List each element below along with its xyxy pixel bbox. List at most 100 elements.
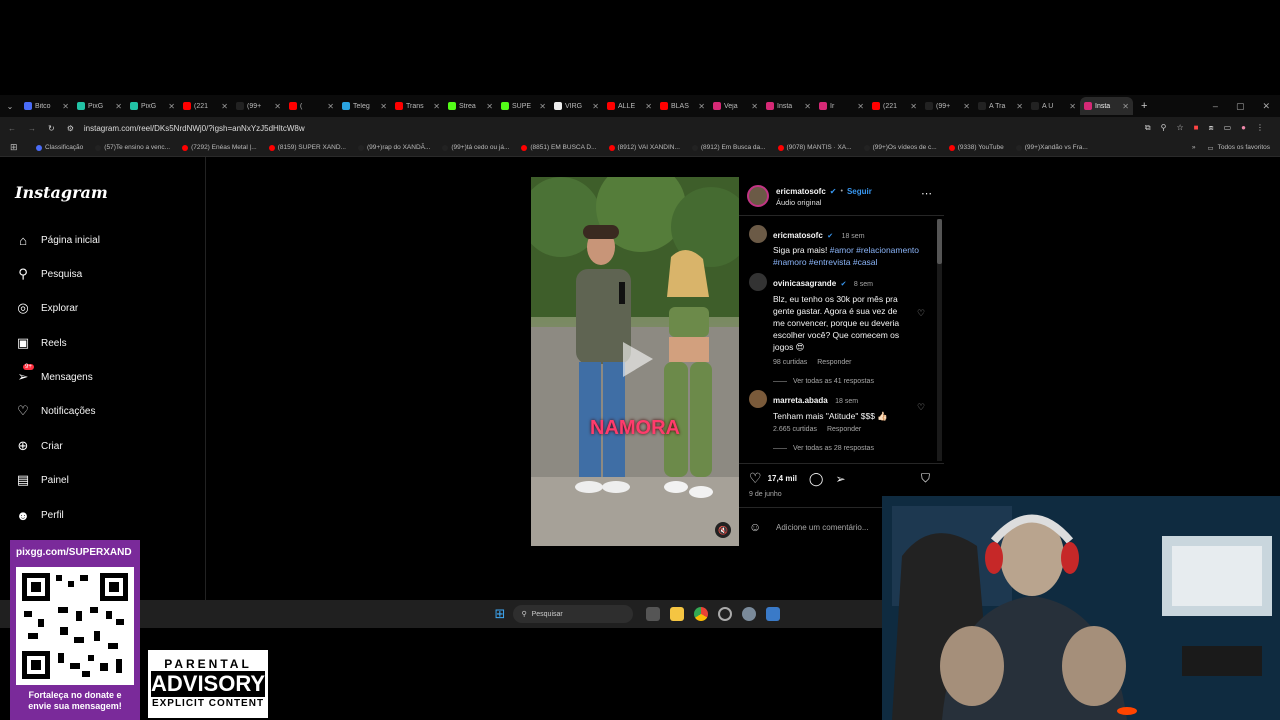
browser-tab[interactable]: Strea ✕ <box>444 97 497 115</box>
caption-username[interactable]: ericmatosofc <box>773 231 823 240</box>
tab-close-icon[interactable]: ✕ <box>645 102 652 111</box>
tab-close-icon[interactable]: ✕ <box>62 102 69 111</box>
file-explorer-icon[interactable] <box>670 607 685 621</box>
apps-icon[interactable]: ⊞ <box>10 142 18 153</box>
sidebar-item-search[interactable]: ⚲ Pesquisa <box>15 266 82 282</box>
view-replies-button[interactable]: Ver todas as 28 respostas <box>793 445 874 452</box>
save-icon[interactable]: ⛉ <box>921 471 930 486</box>
tab-close-icon[interactable]: ✕ <box>751 102 758 111</box>
all-bookmarks[interactable]: ▭ Todos os favoritos <box>1207 144 1280 152</box>
reel-video[interactable]: NAMORA 🔇 <box>531 177 739 546</box>
back-icon[interactable]: ← <box>8 124 16 133</box>
site-info-icon[interactable]: ⚙ <box>67 124 74 133</box>
author-avatar[interactable] <box>747 185 769 207</box>
profile-avatar-icon[interactable]: ● <box>1241 123 1246 133</box>
mute-icon[interactable]: 🔇 <box>715 522 731 538</box>
browser-tab[interactable]: Teleg ✕ <box>338 97 391 115</box>
sidebar-item-dashboard[interactable]: ▤ Painel <box>15 472 69 488</box>
app-icon[interactable] <box>766 607 781 621</box>
comment-icon[interactable]: ◯ <box>809 471 824 487</box>
view-replies-button[interactable]: Ver todas as 41 respostas <box>793 378 874 385</box>
browser-tab[interactable]: (✕ <box>285 97 338 115</box>
comment-avatar[interactable] <box>749 390 767 408</box>
tab-close-icon[interactable]: ✕ <box>804 102 811 111</box>
tab-list-icon[interactable]: ⌄ <box>0 102 20 111</box>
bookmark-item[interactable]: (8159) SUPER XAND... <box>268 144 346 151</box>
sidebar-icon[interactable]: ▭ <box>1224 123 1232 133</box>
browser-tab[interactable]: (99+ ✕ <box>232 97 285 115</box>
browser-tab[interactable]: (221 ✕ <box>179 97 232 115</box>
minimize-icon[interactable]: – <box>1213 101 1218 112</box>
bookmark-item[interactable]: (8912) Em Busca da... <box>691 144 766 151</box>
bookmark-item[interactable]: (99+)Xandão vs Fra... <box>1015 144 1088 151</box>
tab-close-icon[interactable]: ✕ <box>963 102 970 111</box>
reload-icon[interactable]: ↻ <box>48 124 55 133</box>
browser-tab[interactable]: BLAS ✕ <box>656 97 709 115</box>
tab-close-icon[interactable]: ✕ <box>698 102 705 111</box>
menu-icon[interactable]: ⋮ <box>1256 123 1264 133</box>
url-field[interactable]: instagram.com/reel/DKs5NrdNWj0/?igsh=anN… <box>84 124 305 133</box>
author-username[interactable]: ericmatosofc <box>776 187 826 196</box>
windows-start-icon[interactable]: ⊞ <box>495 606 506 622</box>
tab-close-icon[interactable]: ✕ <box>1016 102 1023 111</box>
comment-like-icon[interactable]: ♡ <box>917 402 925 413</box>
comment-username[interactable]: ovinicasagrande <box>773 279 836 288</box>
sidebar-item-heart[interactable]: ♡ Notificações <box>15 403 95 419</box>
bookmark-item[interactable]: Classificação <box>36 144 83 151</box>
tab-close-icon[interactable]: ✕ <box>910 102 917 111</box>
sidebar-item-compass[interactable]: ◎ Explorar <box>15 300 78 316</box>
tab-close-icon[interactable]: ✕ <box>274 102 281 111</box>
reply-button[interactable]: Responder <box>827 426 861 433</box>
browser-tab[interactable]: VIRG ✕ <box>550 97 603 115</box>
taskbar-search[interactable]: ⚲ Pesquisar <box>513 605 634 623</box>
sidebar-item-home[interactable]: ⌂ Página inicial <box>15 232 100 248</box>
browser-tab[interactable]: Trans ✕ <box>391 97 444 115</box>
tab-close-icon[interactable]: ✕ <box>1122 102 1129 111</box>
browser-tab[interactable]: SUPE ✕ <box>497 97 550 115</box>
bookmark-item[interactable]: (8851) EM BUSCA D... <box>521 144 597 151</box>
browser-tab[interactable]: A Tra ✕ <box>974 97 1027 115</box>
sidebar-item-messages[interactable]: ➢ 9+ Mensagens <box>15 364 93 385</box>
star-icon[interactable]: ☆ <box>1176 123 1183 133</box>
comment-input[interactable]: Adicione um comentário... <box>776 523 869 532</box>
tab-close-icon[interactable]: ✕ <box>857 102 864 111</box>
tab-close-icon[interactable]: ✕ <box>486 102 493 111</box>
tab-close-icon[interactable]: ✕ <box>168 102 175 111</box>
comment-avatar[interactable] <box>749 273 767 291</box>
app-icon[interactable] <box>718 607 733 621</box>
browser-tab[interactable]: Insta ✕ <box>762 97 815 115</box>
zoom-icon[interactable]: ⚲ <box>1161 123 1167 133</box>
bookmark-item[interactable]: (9078) MANTIS · XA... <box>777 144 852 151</box>
tab-close-icon[interactable]: ✕ <box>327 102 334 111</box>
tab-close-icon[interactable]: ✕ <box>433 102 440 111</box>
tab-close-icon[interactable]: ✕ <box>539 102 546 111</box>
comment-likes[interactable]: 2.665 curtidas <box>773 426 817 433</box>
browser-tab[interactable]: Ir ✕ <box>815 97 868 115</box>
browser-tab[interactable]: Insta ✕ <box>1080 97 1133 115</box>
task-view-icon[interactable] <box>646 607 661 621</box>
bookmark-item[interactable]: (9338) YouTube <box>948 144 1004 151</box>
browser-tab[interactable]: PixG ✕ <box>73 97 126 115</box>
bookmark-item[interactable]: (99+)tá cedo ou já... <box>442 144 509 151</box>
browser-tab[interactable]: (99+ ✕ <box>921 97 974 115</box>
more-options-icon[interactable]: ⋯ <box>921 187 932 200</box>
close-window-icon[interactable]: ✕ <box>1262 101 1270 112</box>
browser-tab[interactable]: ALLE ✕ <box>603 97 656 115</box>
bookmarks-overflow-icon[interactable]: » <box>1192 144 1196 151</box>
like-icon[interactable]: ♡ <box>749 470 762 487</box>
extension-icon[interactable]: ■ <box>1194 123 1199 133</box>
chrome-icon[interactable] <box>694 607 709 621</box>
browser-tab[interactable]: Veja ✕ <box>709 97 762 115</box>
browser-tab[interactable]: Bitco ✕ <box>20 97 73 115</box>
tab-close-icon[interactable]: ✕ <box>221 102 228 111</box>
audio-label[interactable]: Áudio original <box>776 198 821 207</box>
tab-close-icon[interactable]: ✕ <box>380 102 387 111</box>
comments-scrollbar[interactable] <box>937 219 942 461</box>
comment-username[interactable]: marreta.abada <box>773 396 828 405</box>
caption-avatar[interactable] <box>749 225 767 243</box>
sidebar-item-profile[interactable]: ☻ Perfil <box>15 507 64 523</box>
comment-likes[interactable]: 98 curtidas <box>773 359 807 366</box>
bookmark-item[interactable]: (57)Te ensino a venc... <box>95 144 170 151</box>
tab-close-icon[interactable]: ✕ <box>115 102 122 111</box>
follow-button[interactable]: Seguir <box>847 187 872 196</box>
